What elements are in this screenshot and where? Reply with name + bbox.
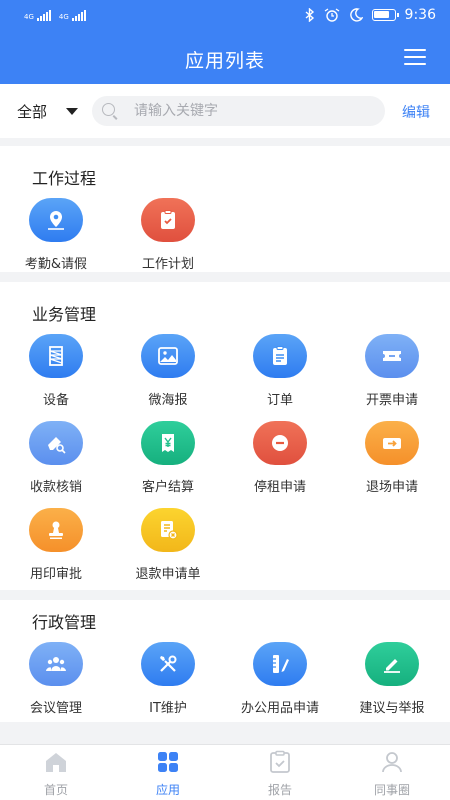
app-label: 工作计划 [141, 257, 194, 272]
bluetooth-icon [305, 8, 314, 22]
app-micro-poster[interactable]: 微海报 [112, 334, 224, 408]
people-icon [29, 642, 83, 686]
alarm-icon [324, 8, 339, 22]
tab-home[interactable]: 首页 [0, 745, 112, 800]
tab-label: 同事圈 [373, 783, 410, 797]
section-title: 业务管理 [32, 305, 97, 324]
app-label: 设备 [42, 393, 69, 408]
ruler-pencil-icon [253, 642, 307, 686]
tab-apps[interactable]: 应用 [112, 745, 224, 800]
app-it-maintenance[interactable]: IT维护 [112, 642, 224, 716]
page-title: 应用列表 [184, 50, 265, 72]
app-stop-rent-request[interactable]: 停租申请 [224, 421, 336, 495]
app-label: 办公用品申请 [240, 701, 319, 716]
app-seal-approval[interactable]: 用印审批 [0, 508, 112, 582]
section-title: 工作过程 [32, 169, 97, 188]
bottom-tab-bar: 首页 应用 报告 同事圈 [0, 744, 450, 800]
stamp-icon [29, 508, 83, 552]
report-icon [270, 750, 290, 773]
network-type-2: 4G [58, 13, 69, 21]
scope-dropdown[interactable]: 全部 [17, 101, 47, 122]
app-label: 建议与举报 [359, 701, 425, 716]
caret-down-icon[interactable] [66, 108, 78, 115]
section-business-management: 业务管理 设备 微海报 订单 开票申请 收款核销 客户结算 停租申请 退场申请 … [0, 282, 450, 590]
moon-icon [349, 8, 363, 22]
app-label: 停租申请 [253, 480, 306, 495]
person-icon [382, 752, 402, 773]
order-clipboard-icon [253, 334, 307, 378]
app-label: 退场申请 [365, 480, 418, 495]
app-suggestions-reports[interactable]: 建议与举报 [336, 642, 448, 716]
menu-icon[interactable] [404, 49, 426, 65]
signal-icon-2: 4G [59, 9, 86, 21]
scaffold-icon [29, 334, 83, 378]
app-label: 微海报 [148, 393, 188, 408]
search-box[interactable] [92, 96, 385, 126]
app-label: 客户结算 [141, 480, 194, 495]
ticket-icon [365, 334, 419, 378]
status-bar: 4G 4G 9:36 [0, 0, 450, 32]
tab-reports[interactable]: 报告 [224, 745, 336, 800]
app-refund-request[interactable]: 退款申请单 [112, 508, 224, 582]
app-customer-settlement[interactable]: 客户结算 [112, 421, 224, 495]
app-office-supplies-request[interactable]: 办公用品申请 [224, 642, 336, 716]
app-label: 退款申请单 [135, 567, 201, 582]
tab-label: 首页 [43, 783, 68, 797]
app-order[interactable]: 订单 [224, 334, 336, 408]
app-equipment[interactable]: 设备 [0, 334, 112, 408]
tab-label: 应用 [155, 783, 180, 797]
app-invoice-request[interactable]: 开票申请 [336, 334, 448, 408]
tab-label: 报告 [267, 783, 292, 797]
app-label: 考勤&请假 [24, 257, 88, 272]
apps-grid-icon [158, 752, 178, 772]
signal-icon: 4G [24, 9, 51, 21]
clock: 9:36 [404, 7, 436, 23]
exit-arrow-icon [365, 421, 419, 465]
app-header: 4G 4G 9:36 应用列表 [0, 0, 450, 84]
eraser-search-icon [29, 421, 83, 465]
stop-minus-icon [253, 421, 307, 465]
app-label: 会议管理 [29, 701, 82, 716]
refund-doc-icon [141, 508, 195, 552]
section-title: 行政管理 [32, 613, 97, 632]
section-work-process: 工作过程 考勤&请假 工作计划 [0, 146, 450, 272]
section-administration: 行政管理 会议管理 IT维护 办公用品申请 建议与举报 [0, 590, 450, 722]
image-icon [141, 334, 195, 378]
search-input[interactable] [134, 96, 374, 126]
pencil-note-icon [365, 642, 419, 686]
location-pin-icon [29, 198, 83, 242]
app-attendance-leave[interactable]: 考勤&请假 [0, 198, 112, 272]
receipt-yen-icon [141, 421, 195, 465]
wrench-screwdriver-icon [141, 642, 195, 686]
app-label: IT维护 [149, 701, 187, 716]
tab-colleagues[interactable]: 同事圈 [336, 745, 448, 800]
network-type: 4G [24, 13, 34, 21]
edit-button[interactable]: 编辑 [402, 102, 430, 122]
app-work-plan[interactable]: 工作计划 [112, 198, 224, 272]
search-icon [102, 103, 115, 116]
app-label: 订单 [266, 393, 293, 408]
clipboard-check-icon [141, 198, 195, 242]
app-label: 收款核销 [29, 480, 82, 495]
search-bar: 全部 编辑 [0, 84, 450, 138]
app-meeting-management[interactable]: 会议管理 [0, 642, 112, 716]
home-icon [46, 753, 66, 772]
app-label: 开票申请 [365, 393, 418, 408]
battery-icon [371, 9, 399, 21]
app-exit-request[interactable]: 退场申请 [336, 421, 448, 495]
app-payment-writeoff[interactable]: 收款核销 [0, 421, 112, 495]
app-label: 用印审批 [29, 567, 82, 582]
